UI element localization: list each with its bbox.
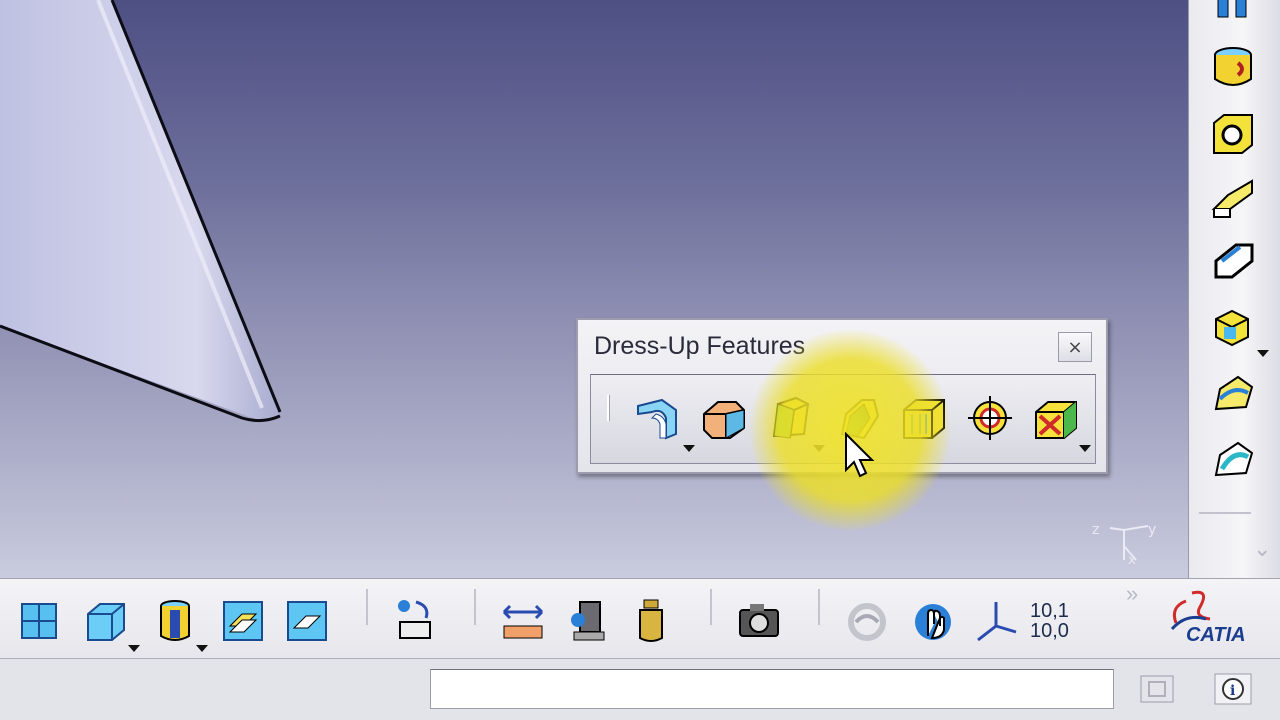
3d-viewport[interactable]: z y x (0, 0, 1188, 578)
fillet-button[interactable] (627, 387, 689, 449)
chevron-down-icon[interactable] (128, 645, 140, 652)
toolbar-separator (366, 589, 368, 625)
toolbar-separator (710, 589, 712, 625)
slot-icon[interactable] (1205, 234, 1261, 290)
draft-angle-button[interactable] (759, 387, 821, 449)
toolbar-more-icon[interactable]: ⌄ (1253, 536, 1271, 562)
toolbar-separator (474, 589, 476, 625)
chevron-down-icon[interactable] (1079, 445, 1091, 452)
removed-multi-section-icon[interactable] (1205, 432, 1261, 488)
thickness-icon (903, 399, 945, 439)
shading-icon[interactable] (146, 593, 204, 649)
right-toolbar: ⌄ (1188, 0, 1280, 578)
hide-show-icon[interactable] (214, 593, 272, 649)
update-icon[interactable] (838, 593, 896, 649)
thread-icon (968, 396, 1012, 440)
command-input[interactable] (430, 669, 1114, 709)
coordinate-line-2: 10,0 (1030, 620, 1069, 642)
draft-angle-icon (772, 396, 810, 439)
status-bar: i (0, 658, 1280, 720)
capture-icon[interactable] (730, 593, 788, 649)
brand-label: CATIA (1186, 624, 1246, 646)
multi-section-solid-icon[interactable] (1205, 366, 1261, 422)
toolbar-separator (818, 589, 820, 625)
svg-text:y: y (1148, 522, 1156, 538)
toolbar-separator (1199, 512, 1251, 514)
pan-hand-icon[interactable] (904, 593, 962, 649)
close-button[interactable]: × (1058, 332, 1092, 362)
thickness-button[interactable] (893, 387, 955, 449)
remove-face-icon (1035, 401, 1077, 439)
info-icon[interactable]: i (1210, 669, 1256, 709)
palette-title: Dress-Up Features (594, 332, 806, 360)
remove-face-button[interactable] (1025, 387, 1087, 449)
multi-view-icon[interactable] (10, 593, 68, 649)
bottom-toolbar: 10,1 10,0 » CATIA (0, 578, 1280, 658)
chamfer-icon (703, 401, 745, 439)
svg-text:x: x (1128, 553, 1136, 566)
solid-combine-icon[interactable] (1205, 298, 1261, 354)
chevron-down-icon[interactable] (196, 645, 208, 652)
create-plane-icon[interactable] (386, 593, 444, 649)
stop-command-icon[interactable] (1134, 669, 1180, 709)
svg-text:z: z (1092, 522, 1099, 538)
measure-between-icon[interactable] (494, 593, 552, 649)
part-geometry[interactable] (0, 0, 300, 440)
axis-system-icon[interactable] (966, 593, 1024, 649)
chamfer-button[interactable] (693, 387, 755, 449)
measure-inertia-icon[interactable] (622, 593, 680, 649)
view-cube-icon[interactable] (76, 593, 134, 649)
shaft-icon[interactable] (1205, 40, 1261, 96)
coordinate-line-1: 10,1 (1030, 600, 1069, 622)
drag-handle[interactable] (607, 395, 610, 421)
swap-space-icon[interactable] (278, 593, 336, 649)
chevron-down-icon[interactable] (1257, 350, 1269, 357)
compass-axis-icon: z y x (1092, 522, 1156, 566)
fillet-icon (637, 398, 677, 440)
mouse-cursor-icon (845, 432, 875, 478)
measure-item-icon[interactable] (560, 593, 618, 649)
toolbar-overflow-icon[interactable]: » (1126, 581, 1138, 607)
hole-icon[interactable] (1205, 106, 1261, 162)
thread-button[interactable] (959, 387, 1021, 449)
coordinates-readout: 10,1 10,0 (1030, 593, 1100, 649)
chevron-down-icon[interactable] (813, 445, 825, 452)
svg-text:i: i (1230, 683, 1235, 699)
rib-icon[interactable] (1205, 170, 1261, 226)
catia-logo: CATIA (1166, 585, 1266, 651)
